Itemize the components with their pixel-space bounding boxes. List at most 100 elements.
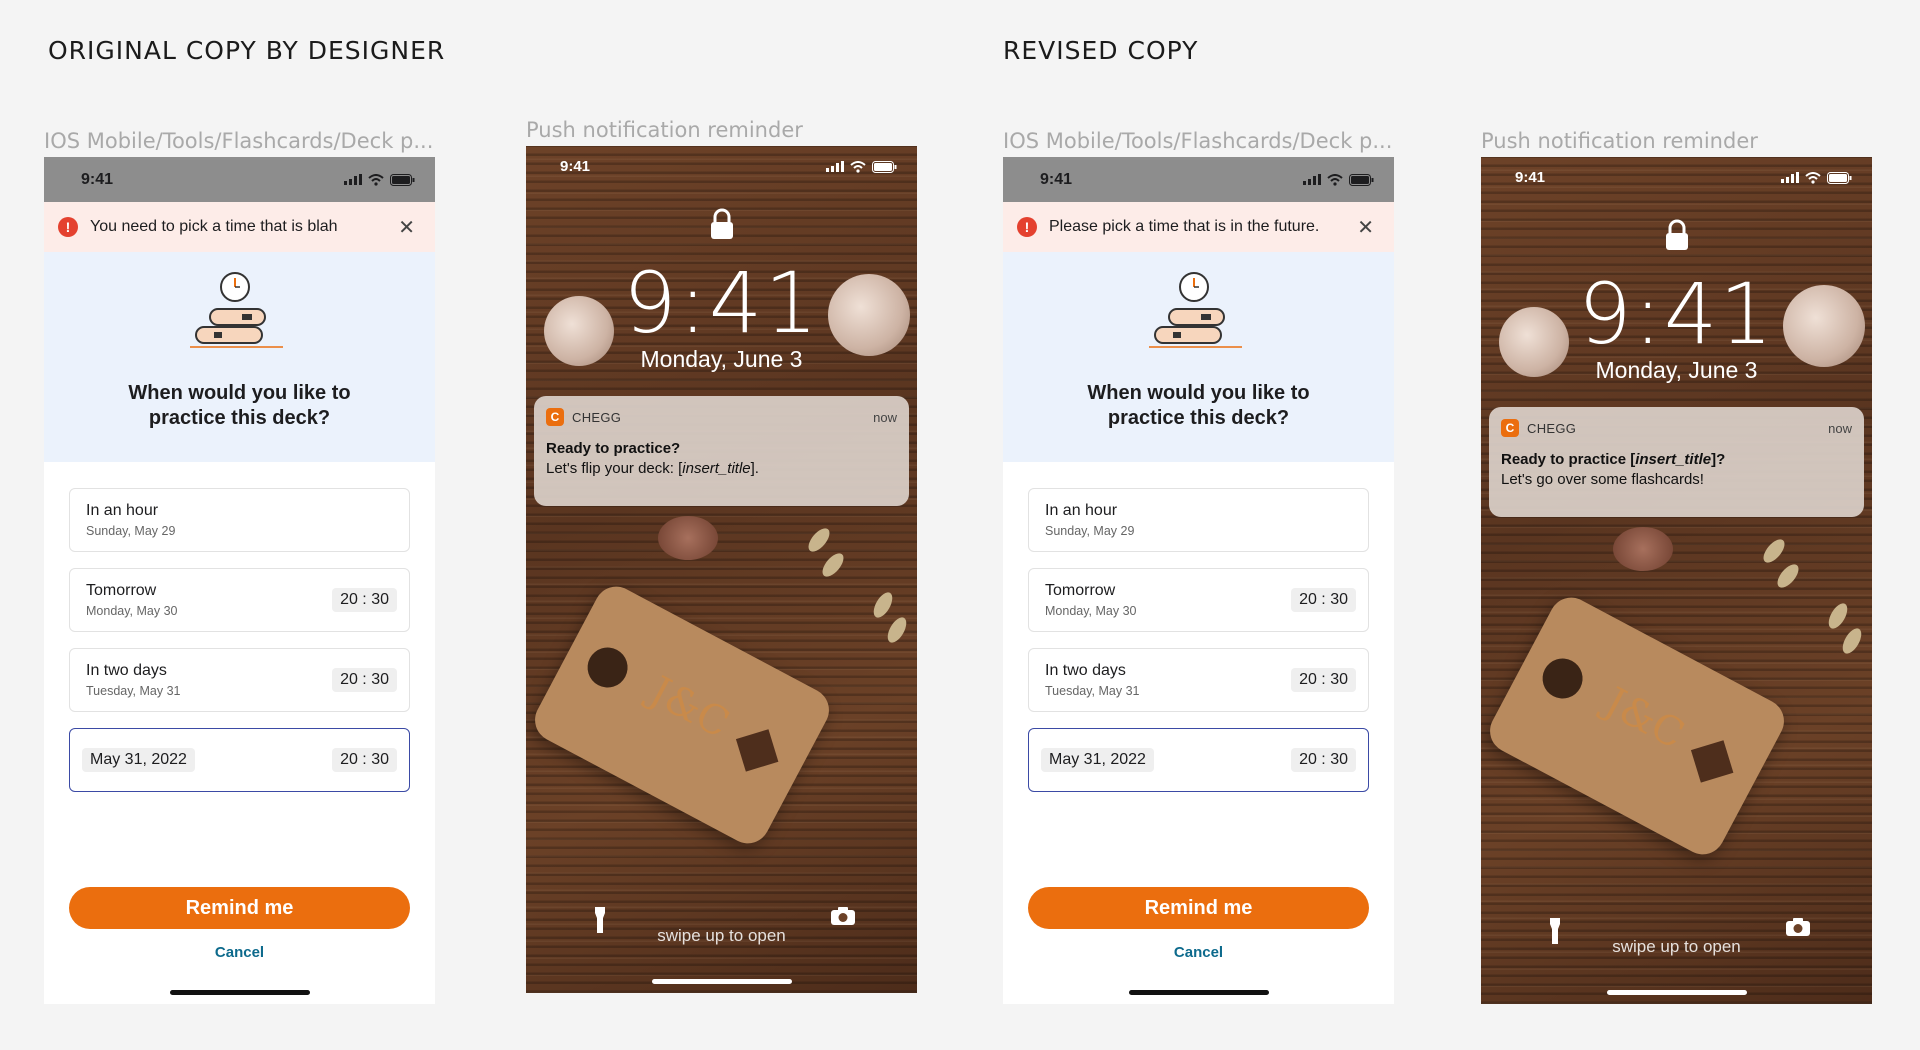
time-options: In an hour Sunday, May 29 Tomorrow Monday,…: [44, 462, 435, 792]
battery-icon: [1349, 173, 1374, 186]
lock-icon: [710, 208, 733, 239]
time-pill[interactable]: 20 : 30: [332, 588, 397, 612]
push-notification[interactable]: C CHEGG now Ready to practice? Let's fli…: [534, 396, 909, 506]
close-icon[interactable]: ✕: [398, 215, 415, 240]
modal-question: When would you like to practice this dec…: [1087, 382, 1310, 429]
notification-title: Ready to practice?: [546, 440, 681, 457]
notification-body: Let's flip your deck: [insert_title].: [546, 460, 759, 477]
chegg-app-icon: C: [1501, 419, 1519, 437]
frame-label-push-revised: Push notification reminder: [1481, 129, 1758, 153]
status-bar: 9:41: [1003, 157, 1394, 202]
cancel-link[interactable]: Cancel: [44, 944, 435, 961]
modal-header: When would you like to practice this dec…: [1003, 252, 1394, 462]
battery-icon: [872, 160, 897, 173]
leaf-decoration: [818, 549, 848, 581]
leaf-decoration: [1773, 560, 1803, 592]
battery-icon: [1827, 171, 1852, 184]
tag-initials: J&C: [1597, 679, 1692, 759]
error-alert: ! Please pick a time that is in the futu…: [1003, 202, 1394, 252]
error-icon: !: [58, 217, 78, 237]
section-title-original: ORIGINAL COPY BY DESIGNER: [48, 36, 446, 65]
section-title-revised: REVISED COPY: [1003, 36, 1199, 65]
battery-icon: [390, 173, 415, 186]
swipe-hint: swipe up to open: [1612, 937, 1741, 956]
status-bar: 9:41: [44, 157, 435, 202]
wifi-icon: [1805, 171, 1821, 184]
camera-icon[interactable]: [1786, 918, 1810, 936]
wifi-icon: [1327, 173, 1343, 186]
option-in-two-days[interactable]: In two days Tuesday, May 31 20 : 30: [69, 648, 410, 712]
status-bar: 9:41: [560, 158, 897, 175]
cancel-link[interactable]: Cancel: [1003, 944, 1394, 961]
lock-icon: [1665, 219, 1688, 250]
status-time: 9:41: [560, 158, 591, 175]
clock-books-illustration: [1149, 272, 1242, 348]
wifi-icon: [368, 173, 384, 186]
swipe-hint: swipe up to open: [657, 926, 786, 945]
signal-icon: [344, 174, 362, 185]
option-custom-date[interactable]: May 31, 2022 20 : 30: [69, 728, 410, 792]
date-pill[interactable]: May 31, 2022: [82, 748, 195, 772]
home-indicator: [651, 979, 792, 984]
lock-screen-revised: 9:41 J&C 9:41 Monday, June 3 C CHEGG now…: [1481, 157, 1872, 1004]
frame-label-deck-revised: IOS Mobile/Tools/Flashcards/Deck p...: [1003, 129, 1393, 153]
remind-me-button[interactable]: Remind me: [1028, 887, 1369, 929]
gift-tag-decoration: J&C: [527, 578, 837, 852]
time-pill[interactable]: 20 : 30: [332, 668, 397, 692]
time-pill[interactable]: 20 : 30: [1291, 588, 1356, 612]
option-custom-date[interactable]: May 31, 2022 20 : 30: [1028, 728, 1369, 792]
lock-screen-original: 9:41 J&C 9:41 Monday, June 3 C CHEGG now…: [526, 146, 917, 993]
push-notification[interactable]: C CHEGG now Ready to practice [insert_ti…: [1489, 407, 1864, 517]
option-in-two-days[interactable]: In two days Tuesday, May 31 20 : 30: [1028, 648, 1369, 712]
lock-clock: 9:41: [623, 254, 820, 352]
modal-header: When would you like to practice this dec…: [44, 252, 435, 462]
frame-label-deck-original: IOS Mobile/Tools/Flashcards/Deck p...: [44, 129, 434, 153]
time-pill[interactable]: 20 : 30: [1291, 668, 1356, 692]
wifi-icon: [850, 160, 866, 173]
leaf-decoration: [1824, 600, 1852, 632]
time-options: In an hour Sunday, May 29 Tomorrow Monday,…: [1003, 462, 1394, 792]
home-indicator: [1606, 990, 1747, 995]
error-icon: !: [1017, 217, 1037, 237]
flower-decoration: [658, 516, 718, 560]
chegg-app-icon: C: [546, 408, 564, 426]
flower-decoration: [1613, 527, 1673, 571]
signal-icon: [1303, 174, 1321, 185]
gift-tag-decoration: J&C: [1482, 589, 1792, 863]
leaf-decoration: [869, 589, 897, 621]
error-message: Please pick a time that is in the future…: [1049, 218, 1320, 235]
date-pill[interactable]: May 31, 2022: [1041, 748, 1154, 772]
status-time: 9:41: [1515, 169, 1546, 186]
option-tomorrow[interactable]: Tomorrow Monday, May 30 20 : 30: [69, 568, 410, 632]
error-message: You need to pick a time that is blah: [90, 218, 338, 235]
status-bar: 9:41: [1515, 169, 1852, 186]
option-in-an-hour[interactable]: In an hour Sunday, May 29: [1028, 488, 1369, 552]
lock-date: Monday, June 3: [1595, 357, 1758, 383]
notification-app-name: CHEGG: [572, 409, 622, 425]
time-pill[interactable]: 20 : 30: [332, 748, 397, 772]
notification-time: now: [1828, 420, 1852, 436]
leaf-decoration: [1838, 625, 1866, 657]
deck-modal-original: 9:41 ! You need to pick a time that is b…: [44, 157, 435, 1004]
signal-icon: [826, 161, 844, 172]
tag-initials: J&C: [642, 668, 737, 748]
clock-books-illustration: [190, 272, 283, 348]
camera-icon[interactable]: [831, 907, 855, 925]
notification-time: now: [873, 409, 897, 425]
option-tomorrow[interactable]: Tomorrow Monday, May 30 20 : 30: [1028, 568, 1369, 632]
remind-me-button[interactable]: Remind me: [69, 887, 410, 929]
status-time: 9:41: [1040, 170, 1073, 188]
status-time: 9:41: [81, 170, 114, 188]
notification-title: Ready to practice [insert_title]?: [1501, 451, 1726, 468]
leaf-decoration: [1759, 535, 1789, 567]
error-alert: ! You need to pick a time that is blah ✕: [44, 202, 435, 252]
option-in-an-hour[interactable]: In an hour Sunday, May 29: [69, 488, 410, 552]
home-indicator: [169, 990, 310, 995]
leaf-decoration: [804, 524, 834, 556]
signal-icon: [1781, 172, 1799, 183]
time-pill[interactable]: 20 : 30: [1291, 748, 1356, 772]
lock-date: Monday, June 3: [640, 346, 803, 372]
close-icon[interactable]: ✕: [1357, 215, 1374, 240]
notification-body: Let's go over some flashcards!: [1501, 471, 1704, 488]
notification-app-name: CHEGG: [1527, 420, 1577, 436]
